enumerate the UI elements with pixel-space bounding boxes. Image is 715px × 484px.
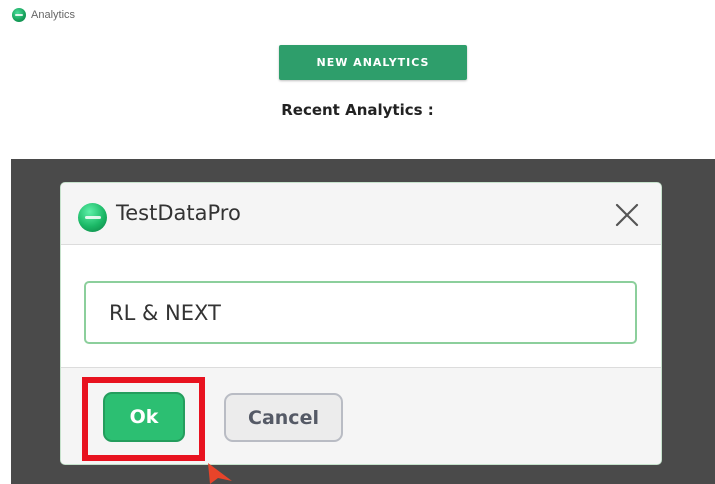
app-header: Analytics: [12, 8, 75, 22]
new-analytics-button[interactable]: NEW ANALYTICS: [279, 45, 467, 80]
analytics-name-input[interactable]: [84, 281, 637, 344]
cancel-button[interactable]: Cancel: [224, 393, 343, 442]
app-logo-icon: [12, 8, 26, 22]
close-icon: [615, 203, 639, 227]
dialog-title: TestDataPro: [116, 201, 241, 225]
dialog: TestDataPro Ok Cancel: [60, 182, 662, 465]
ok-button[interactable]: Ok: [103, 392, 185, 442]
app-title: Analytics: [31, 9, 76, 21]
cursor-arrow-icon: [208, 463, 232, 484]
dialog-logo-icon: [78, 203, 107, 232]
recent-analytics-label: Recent Analytics :: [281, 101, 434, 119]
dialog-header: TestDataPro: [61, 183, 661, 245]
close-button[interactable]: [613, 201, 641, 229]
